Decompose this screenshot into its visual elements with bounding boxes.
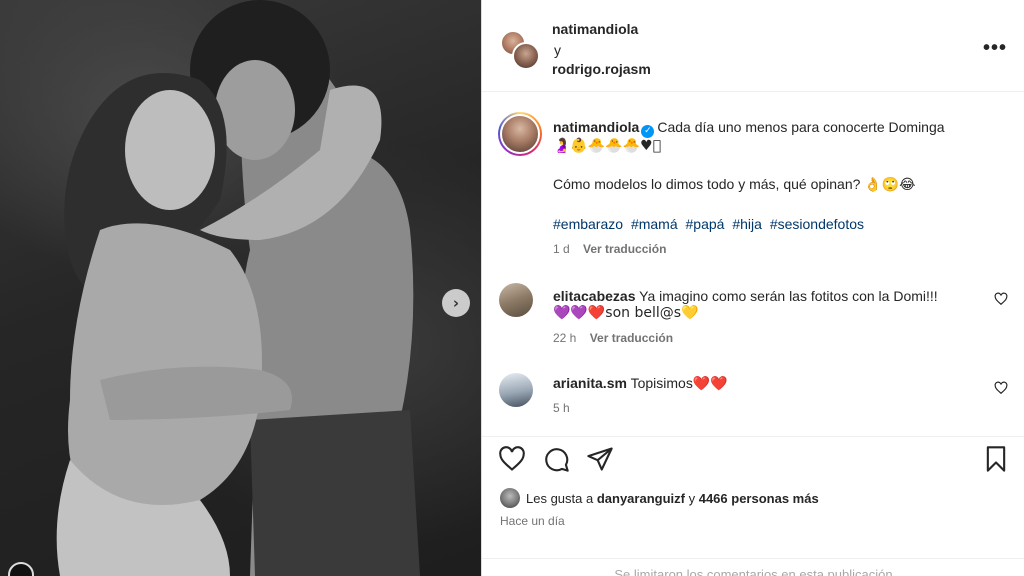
comment-text: Ya imagino como serán las fotitos con la…	[639, 288, 938, 304]
likes-mid: y	[688, 490, 696, 506]
hashtag-link[interactable]: #embarazo	[553, 216, 623, 232]
post-photo[interactable]: ›	[0, 0, 481, 576]
avatar[interactable]	[512, 42, 540, 70]
verified-badge-icon: ✓	[641, 125, 655, 138]
caption-hashtags: #embarazo #mamá #papá #hija #sesiondefot…	[553, 216, 868, 232]
next-photo-button[interactable]: ›	[442, 289, 470, 317]
caption: natimandiola ✓ Cada día uno menos para con…	[553, 118, 1003, 138]
comment-username[interactable]: arianita.sm	[553, 375, 627, 391]
likes-summary[interactable]: Les gusta a danyaranguizf y 4466 persona…	[500, 488, 819, 508]
hashtag-link[interactable]: #papá	[686, 216, 725, 232]
comment-username[interactable]: elitacabezas	[553, 288, 636, 304]
caption-age: 1 d	[553, 242, 570, 256]
comment-meta: 22 h Ver traducción	[553, 331, 673, 345]
more-options-button[interactable]: •••	[983, 38, 1007, 58]
comment-text: Topisimos❤️❤️	[630, 375, 728, 391]
caption-meta: 1 d Ver traducción	[553, 242, 666, 256]
hashtag-link[interactable]: #hija	[732, 216, 762, 232]
bookmark-icon[interactable]	[982, 445, 1010, 473]
comment: elitacabezas Ya imagino como serán las f…	[553, 287, 973, 305]
caption-emoji-line: 🤰👶🐣🐣🐣♥⃞	[553, 138, 662, 154]
caption-username[interactable]: natimandiola	[553, 119, 639, 135]
post-timestamp[interactable]: Hace un día	[500, 514, 565, 528]
post-detail-panel: natimandiola y rodrigo.rojasm ••• natima…	[481, 0, 1024, 576]
post-header: natimandiola y rodrigo.rojasm •••	[482, 0, 1024, 92]
like-comment-heart-icon[interactable]	[994, 292, 1008, 306]
comment-meta: 5 h	[553, 401, 570, 415]
author-conjunction: y	[554, 42, 561, 58]
like-comment-heart-icon[interactable]	[994, 381, 1008, 395]
avatar[interactable]	[499, 373, 533, 407]
comment-text-line2: 💜💜❤️son bell@s💛	[553, 305, 699, 321]
avatar	[500, 488, 520, 508]
share-icon[interactable]	[586, 445, 614, 473]
comment-age: 22 h	[553, 331, 577, 345]
action-bar	[482, 436, 1024, 476]
likes-user[interactable]: danyaranguizf	[597, 491, 685, 506]
photo-illustration	[56, 0, 420, 576]
avatar[interactable]	[499, 283, 533, 317]
heart-icon[interactable]	[498, 445, 526, 473]
caption-text-line2: Cómo modelos lo dimos todo y más, qué op…	[553, 176, 916, 192]
caption-text: Cada día uno menos para conocerte Doming…	[657, 119, 945, 135]
comment-icon[interactable]	[542, 445, 570, 473]
see-translation-link[interactable]: Ver traducción	[590, 331, 673, 345]
comments-limited-notice: Se limitaron los comentarios en esta pub…	[482, 558, 1024, 576]
likes-count[interactable]: 4466 personas más	[699, 491, 819, 506]
coauthor-username[interactable]: rodrigo.rojasm	[552, 61, 651, 77]
author-avatars[interactable]	[500, 30, 540, 70]
comment: arianita.sm Topisimos❤️❤️	[553, 374, 973, 392]
author-username[interactable]: natimandiola	[552, 21, 638, 37]
comment-age: 5 h	[553, 401, 570, 415]
caption-avatar[interactable]	[498, 112, 542, 156]
hashtag-link[interactable]: #mamá	[631, 216, 678, 232]
likes-prefix: Les gusta a	[526, 490, 594, 506]
see-translation-link[interactable]: Ver traducción	[583, 242, 666, 256]
hashtag-link[interactable]: #sesiondefotos	[770, 216, 864, 232]
chevron-right-icon: ›	[452, 294, 460, 312]
